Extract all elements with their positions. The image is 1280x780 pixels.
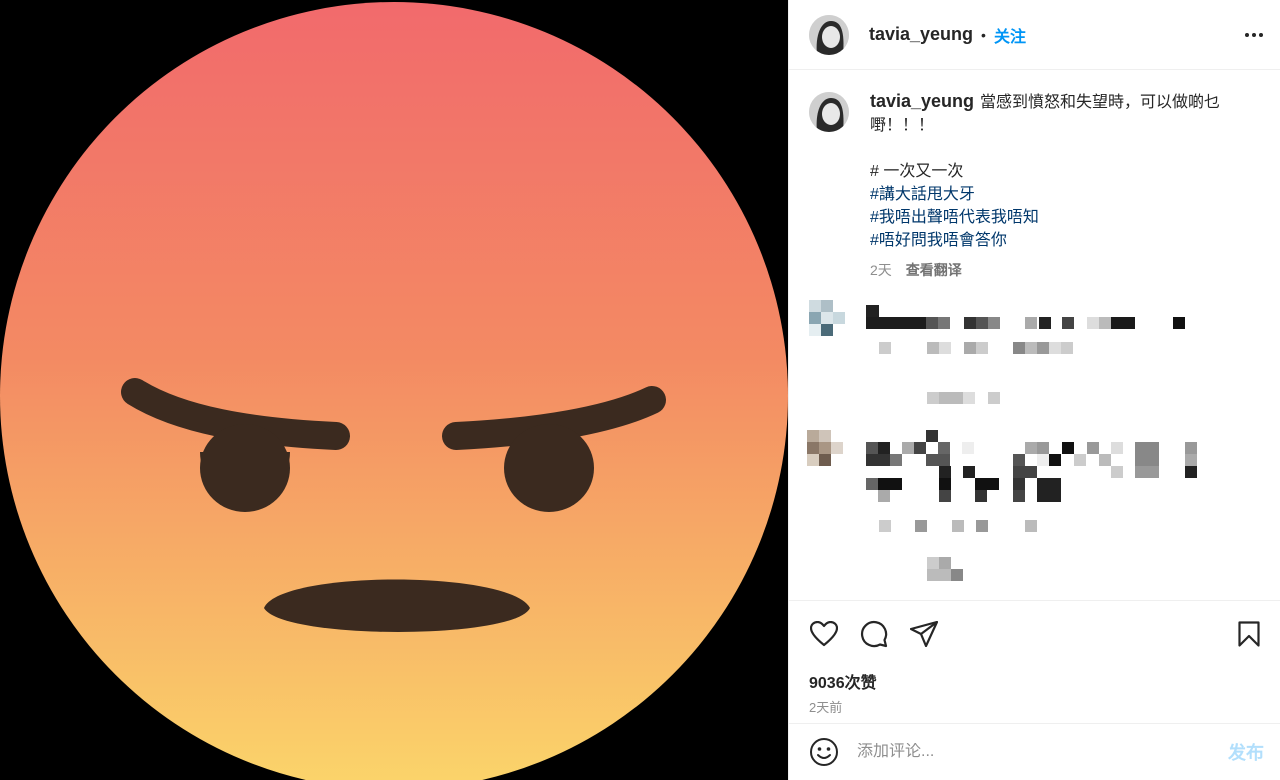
- likes-count[interactable]: 9036次赞: [789, 649, 1280, 693]
- caption-time: 2天: [870, 262, 892, 278]
- see-translation-button[interactable]: 查看翻译: [906, 260, 962, 280]
- post-actions: 9036次赞 2天前: [789, 600, 1280, 723]
- action-icons-row: [789, 601, 1280, 649]
- caption-username[interactable]: tavia_yeung: [870, 91, 974, 111]
- bookmark-icon[interactable]: [1234, 619, 1264, 649]
- author-avatar[interactable]: [809, 14, 849, 55]
- post-header: tavia_yeung • 关注: [789, 0, 1280, 70]
- caption-text-block: tavia_yeung 當感到憤怒和失望時，可以做啲乜嘢！！！: [870, 90, 1242, 137]
- post-comment-button[interactable]: 发布: [1228, 739, 1264, 765]
- separator-dot: •: [981, 26, 986, 43]
- pixelated-comment-1: [809, 300, 1185, 404]
- caption-body: tavia_yeung 當感到憤怒和失望時，可以做啲乜嘢！！！ # 一次又一次 #…: [870, 90, 1242, 280]
- emoji-icon[interactable]: [809, 737, 839, 767]
- send-icon[interactable]: [909, 619, 939, 649]
- angry-emoji-image: [0, 2, 788, 780]
- hashtag-plain: # 一次又一次: [870, 163, 964, 180]
- hashtag-link[interactable]: #講大話甩大牙: [870, 183, 1242, 206]
- post-viewer: tavia_yeung • 关注 tavia_yeung 當感到憤怒和失望時，可以…: [0, 0, 1280, 780]
- pixelated-comment-2: [807, 430, 1197, 581]
- comment-input[interactable]: [857, 743, 1228, 761]
- pixelated-comments: [789, 295, 1280, 600]
- caption-meta: 2天 查看翻译: [870, 260, 1242, 280]
- post-media[interactable]: [0, 0, 788, 780]
- caption-hashtags: # 一次又一次 #講大話甩大牙 #我唔出聲唔代表我唔知 #唔好問我唔會答你: [870, 160, 1242, 252]
- heart-icon[interactable]: [809, 619, 839, 649]
- hashtag-link[interactable]: #唔好問我唔會答你: [870, 229, 1242, 252]
- post-caption: tavia_yeung 當感到憤怒和失望時，可以做啲乜嘢！！！ # 一次又一次 #…: [809, 90, 1260, 280]
- post-timestamp: 2天前: [809, 700, 843, 715]
- post-details-panel: tavia_yeung • 关注 tavia_yeung 當感到憤怒和失望時，可以…: [788, 0, 1280, 780]
- hashtag-link[interactable]: #我唔出聲唔代表我唔知: [870, 206, 1242, 229]
- comment-icon[interactable]: [859, 619, 889, 649]
- caption-avatar[interactable]: [809, 92, 849, 132]
- follow-button[interactable]: 关注: [994, 23, 1026, 47]
- comment-box: 发布: [789, 723, 1280, 780]
- author-username[interactable]: tavia_yeung: [869, 24, 973, 45]
- more-options-icon[interactable]: [1242, 23, 1266, 47]
